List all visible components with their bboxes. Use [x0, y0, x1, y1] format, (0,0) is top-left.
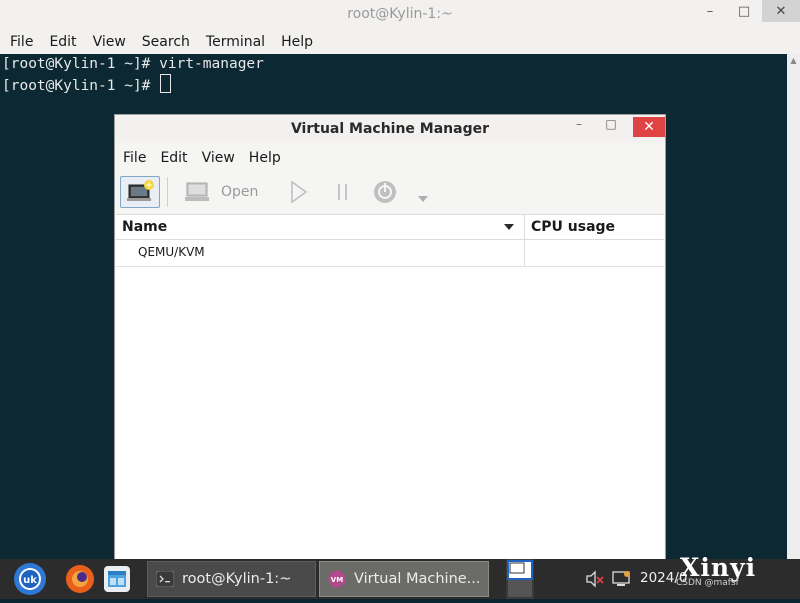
terminal-menu-view[interactable]: View — [85, 34, 134, 50]
terminal-menubar: File Edit View Search Terminal Help — [0, 30, 800, 54]
terminal-prompt: [root@Kylin-1 ~]# — [2, 78, 160, 94]
terminal-menu-terminal[interactable]: Terminal — [198, 34, 273, 50]
vmm-window: Virtual Machine Manager – □ ✕ File Edit … — [114, 114, 666, 560]
vmm-toolbar: Open — [115, 172, 665, 212]
firefox-launcher[interactable] — [62, 561, 98, 597]
terminal-titlebar[interactable]: root@Kylin-1:~ – □ ✕ — [0, 0, 800, 30]
terminal-prompt-line: [root@Kylin-1 ~]# — [0, 74, 787, 96]
start-menu-button[interactable]: uk — [12, 561, 48, 597]
terminal-scrollbar[interactable]: ▲ — [787, 54, 800, 559]
terminal-menu-edit[interactable]: Edit — [41, 34, 84, 50]
vmm-maximize-button[interactable]: □ — [599, 117, 623, 137]
pause-icon[interactable] — [337, 183, 349, 205]
toolbar-separator — [167, 177, 168, 207]
terminal-maximize-button[interactable]: □ — [726, 0, 762, 22]
open-button[interactable]: Open — [221, 184, 258, 200]
vmm-menu-help[interactable]: Help — [242, 150, 288, 166]
svg-text:VM: VM — [331, 576, 343, 584]
taskbar-vmm-label: Virtual Machine... — [354, 571, 481, 587]
new-vm-icon — [127, 180, 154, 201]
terminal-menu-help[interactable]: Help — [273, 34, 321, 50]
svg-text:uk: uk — [23, 575, 37, 586]
virt-manager-icon: VM — [328, 570, 346, 588]
vmm-menu-view[interactable]: View — [195, 150, 242, 166]
vmm-close-button[interactable]: ✕ — [633, 117, 665, 137]
table-row[interactable]: QEMU/KVM — [116, 239, 664, 267]
power-icon[interactable] — [373, 180, 397, 208]
sort-chevron-down-icon[interactable] — [504, 224, 514, 231]
connection-name: QEMU/KVM — [138, 245, 205, 259]
watermark-subtitle: CSDN @mafsf — [676, 578, 739, 588]
terminal-menu-search[interactable]: Search — [134, 34, 198, 50]
vm-list-header: Name CPU usage — [116, 214, 664, 240]
monitor-icon[interactable] — [185, 182, 209, 206]
network-icon[interactable] — [612, 570, 632, 592]
shutdown-menu-chevron-down-icon[interactable] — [417, 188, 429, 207]
terminal-menu-file[interactable]: File — [0, 34, 41, 50]
taskbar-terminal-button[interactable]: root@Kylin-1:~ — [147, 561, 316, 597]
vm-list[interactable]: Name CPU usage QEMU/KVM — [116, 214, 664, 559]
volume-muted-icon[interactable] — [585, 570, 605, 592]
text-cursor — [160, 74, 172, 93]
firefox-icon — [66, 565, 94, 593]
taskbar-vmm-button[interactable]: VM Virtual Machine... — [319, 561, 489, 597]
column-header-cpu-usage[interactable]: CPU usage — [531, 219, 615, 235]
new-vm-button[interactable] — [120, 176, 160, 208]
vmm-menu-file[interactable]: File — [115, 150, 153, 166]
terminal-close-button[interactable]: ✕ — [762, 0, 800, 22]
run-icon[interactable] — [290, 180, 308, 207]
kylin-logo-icon: uk — [14, 563, 46, 595]
terminal-icon — [156, 571, 174, 587]
column-header-name[interactable]: Name — [122, 219, 167, 235]
workspace-switcher[interactable] — [506, 559, 534, 599]
terminal-minimize-button[interactable]: – — [692, 0, 728, 22]
terminal-line: [root@Kylin-1 ~]# virt-manager — [2, 56, 264, 72]
vmm-minimize-button[interactable]: – — [567, 117, 591, 137]
scroll-up-arrow-icon[interactable]: ▲ — [787, 56, 800, 65]
vmm-menubar: File Edit View Help — [115, 145, 665, 171]
vmm-titlebar[interactable]: Virtual Machine Manager – □ ✕ — [115, 115, 665, 143]
vmm-menu-edit[interactable]: Edit — [153, 150, 194, 166]
taskbar-terminal-label: root@Kylin-1:~ — [182, 571, 292, 587]
file-manager-launcher[interactable] — [99, 561, 135, 597]
file-manager-icon — [104, 566, 130, 592]
workspace-icon — [506, 559, 534, 599]
terminal-title: root@Kylin-1:~ — [347, 6, 453, 22]
